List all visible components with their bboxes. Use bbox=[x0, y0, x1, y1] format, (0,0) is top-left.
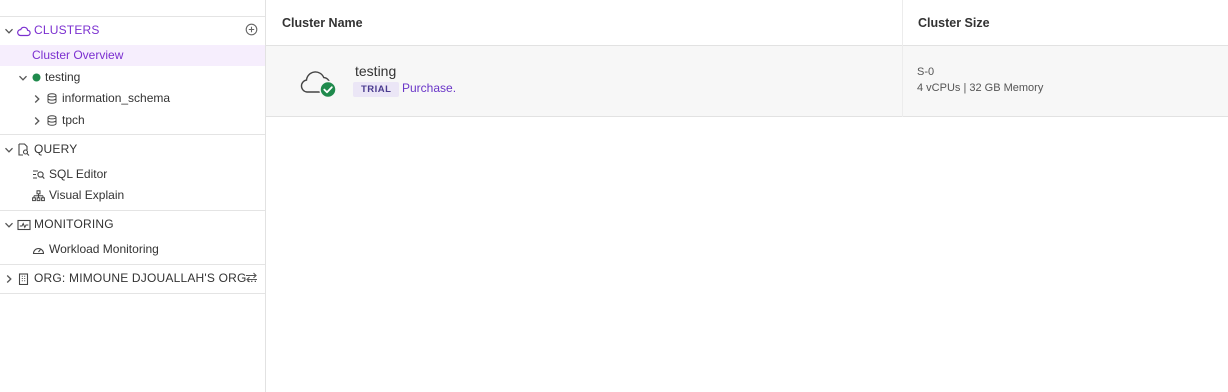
database-icon bbox=[47, 93, 57, 104]
section-monitoring-label: MONITORING bbox=[34, 217, 114, 231]
building-icon bbox=[18, 272, 29, 285]
cluster-size-value: S-0 bbox=[917, 66, 935, 78]
sidebar-top-divider bbox=[0, 16, 265, 17]
section-query[interactable]: QUERY bbox=[0, 139, 265, 160]
database-icon bbox=[47, 115, 57, 126]
sidebar-item-cluster-testing[interactable]: testing bbox=[0, 67, 265, 88]
sidebar-item-label: tpch bbox=[62, 113, 85, 127]
sidebar-item-label: testing bbox=[45, 70, 81, 84]
sidebar-item-label: SQL Editor bbox=[49, 167, 108, 181]
sidebar-divider bbox=[0, 264, 265, 265]
sidebar-divider bbox=[0, 134, 265, 135]
sidebar: CLUSTERS Cluster Overview testing inform… bbox=[0, 0, 266, 392]
gauge-icon bbox=[32, 244, 45, 256]
sidebar-divider bbox=[0, 210, 265, 211]
sidebar-item-visual-explain[interactable]: Visual Explain bbox=[0, 185, 265, 206]
app-root: CLUSTERS Cluster Overview testing inform… bbox=[0, 0, 1228, 392]
sidebar-item-label: Visual Explain bbox=[49, 188, 125, 202]
table-header: Cluster Name Cluster Size bbox=[266, 0, 1228, 46]
sidebar-item-sql-editor[interactable]: SQL Editor bbox=[0, 164, 265, 185]
cloud-icon bbox=[17, 25, 31, 37]
section-clusters-label: CLUSTERS bbox=[34, 23, 100, 37]
switch-org-icon[interactable] bbox=[245, 272, 258, 283]
sidebar-item-label: Cluster Overview bbox=[32, 48, 124, 62]
sidebar-item-label: Workload Monitoring bbox=[49, 242, 159, 256]
column-header-cluster-size[interactable]: Cluster Size bbox=[918, 0, 990, 46]
section-monitoring[interactable]: MONITORING bbox=[0, 214, 265, 235]
sidebar-item-db-information-schema[interactable]: information_schema bbox=[0, 88, 265, 109]
chevron-down-icon[interactable] bbox=[4, 145, 14, 155]
column-header-cluster-name[interactable]: Cluster Name bbox=[282, 0, 363, 46]
add-cluster-button[interactable] bbox=[245, 23, 258, 36]
column-divider bbox=[902, 0, 903, 117]
chevron-down-icon[interactable] bbox=[4, 220, 14, 230]
chevron-right-icon[interactable] bbox=[32, 116, 42, 126]
query-document-icon bbox=[17, 143, 30, 156]
section-org-label: ORG: MIMOUNE DJOUALLAH'S ORG... bbox=[34, 271, 258, 285]
sql-editor-icon bbox=[32, 169, 45, 181]
section-org[interactable]: ORG: MIMOUNE DJOUALLAH'S ORG... bbox=[0, 268, 265, 289]
sidebar-item-workload-monitoring[interactable]: Workload Monitoring bbox=[0, 239, 265, 260]
sidebar-item-cluster-overview[interactable]: Cluster Overview bbox=[0, 45, 265, 66]
purchase-link[interactable]: Purchase. bbox=[402, 81, 456, 95]
cluster-name[interactable]: testing bbox=[355, 63, 396, 79]
sidebar-divider bbox=[0, 293, 265, 294]
chevron-down-icon[interactable] bbox=[18, 73, 28, 83]
section-clusters[interactable]: CLUSTERS bbox=[0, 20, 265, 41]
status-running-icon bbox=[32, 73, 41, 82]
section-query-label: QUERY bbox=[34, 142, 78, 156]
hierarchy-icon bbox=[32, 189, 45, 202]
trial-badge: TRIAL bbox=[353, 82, 400, 97]
cluster-status-icon bbox=[298, 67, 338, 99]
chevron-right-icon[interactable] bbox=[4, 274, 14, 284]
cluster-size-spec: 4 vCPUs | 32 GB Memory bbox=[917, 82, 1044, 94]
table-row[interactable]: testing TRIAL Purchase. S-0 4 vCPUs | 32… bbox=[266, 46, 1228, 117]
main-content: Cluster Name Cluster Size testing TRIAL … bbox=[266, 0, 1228, 392]
sidebar-item-db-tpch[interactable]: tpch bbox=[0, 110, 265, 131]
chevron-right-icon[interactable] bbox=[32, 94, 42, 104]
chevron-down-icon[interactable] bbox=[4, 26, 14, 36]
monitor-chart-icon bbox=[17, 219, 31, 231]
sidebar-item-label: information_schema bbox=[62, 91, 171, 105]
cloud-check-icon bbox=[300, 71, 337, 99]
